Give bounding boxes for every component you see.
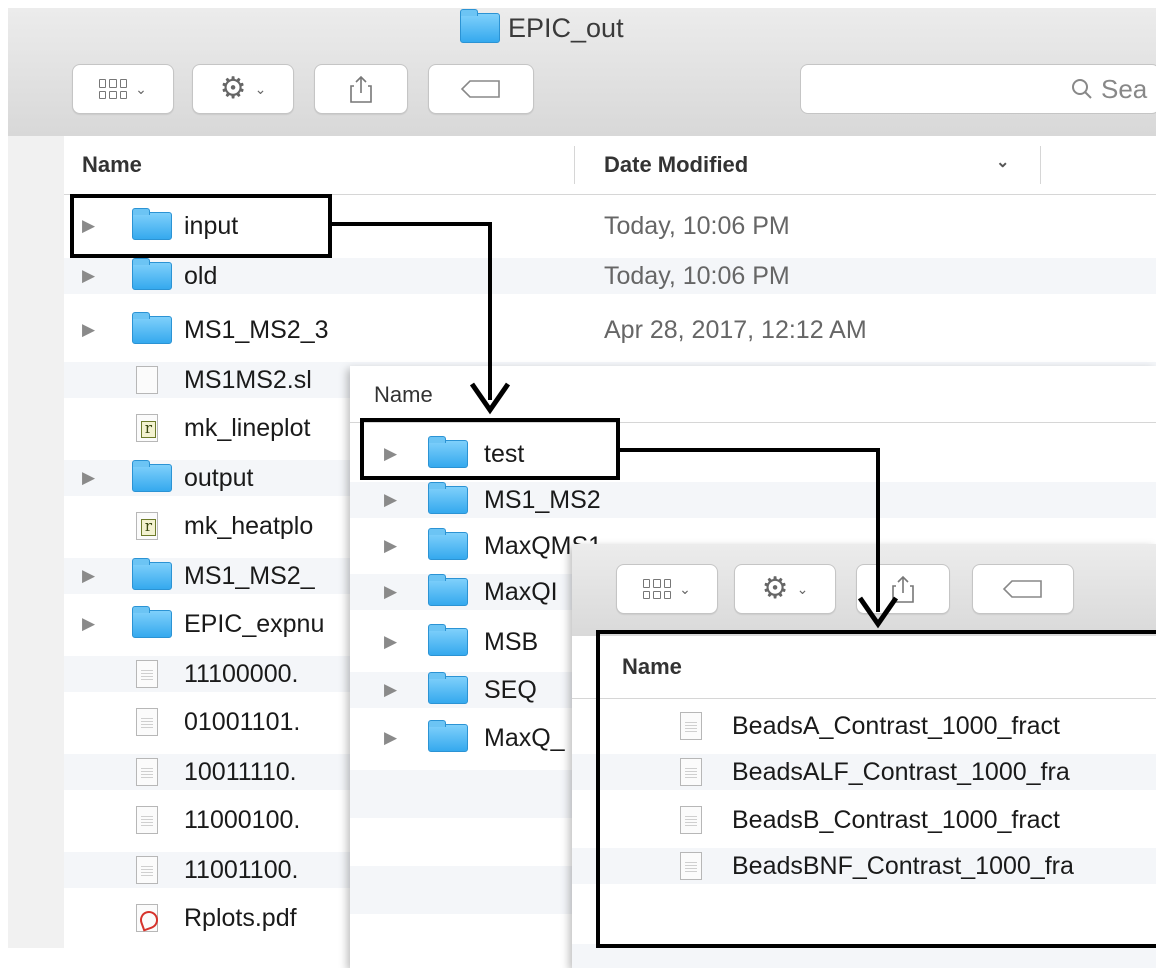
- folder-icon: [460, 9, 500, 43]
- highlight-box-test: [360, 418, 620, 480]
- column-header: Name Date Modified ⌄: [64, 136, 1156, 195]
- list-item[interactable]: ▶ old Today, 10:06 PM: [64, 258, 1156, 294]
- toolbar: EPIC_out ⌄ ⚙ ⌄ Sea: [8, 8, 1156, 137]
- column-divider[interactable]: [574, 146, 575, 184]
- item-name: 01001101.: [184, 707, 301, 736]
- document-icon: [136, 856, 158, 884]
- tag-button[interactable]: [428, 64, 534, 114]
- item-name: 10011110.: [184, 757, 297, 786]
- tag-icon: [1002, 580, 1042, 598]
- arrow-line: [876, 448, 880, 612]
- folder-icon: [428, 624, 468, 656]
- folder-icon: [132, 460, 172, 492]
- view-options-button[interactable]: ⌄: [72, 64, 174, 114]
- arrow-line: [488, 222, 492, 400]
- list-item[interactable]: ▶ MS1_MS2_3 Apr 28, 2017, 12:12 AM: [64, 312, 1156, 348]
- search-icon: [1072, 79, 1092, 99]
- arrow-head-icon: [469, 382, 511, 415]
- folder-icon: [428, 482, 468, 514]
- disclosure-triangle-icon[interactable]: ▶: [82, 614, 95, 634]
- item-name: 11100000.: [184, 659, 299, 688]
- window-title: EPIC_out: [460, 9, 624, 46]
- sidebar: [8, 136, 64, 948]
- search-placeholder: Sea: [1101, 73, 1148, 104]
- gear-icon: ⚙: [219, 72, 247, 105]
- disclosure-triangle-icon[interactable]: ▶: [384, 632, 397, 652]
- chevron-down-icon: ⌄: [254, 80, 267, 97]
- document-icon: [136, 366, 158, 394]
- column-date-modified[interactable]: Date Modified: [604, 152, 748, 178]
- view-options-icon: [643, 579, 672, 599]
- document-icon: [136, 758, 158, 786]
- folder-icon: [132, 258, 172, 290]
- item-name: Rplots.pdf: [184, 903, 297, 932]
- gear-icon: ⚙: [761, 572, 789, 605]
- highlight-box-input: [70, 194, 332, 258]
- document-icon: [136, 660, 158, 688]
- window-title-text: EPIC_out: [508, 12, 624, 43]
- disclosure-triangle-icon[interactable]: ▶: [82, 266, 95, 286]
- disclosure-triangle-icon[interactable]: ▶: [384, 728, 397, 748]
- view-options-icon: [99, 79, 128, 99]
- item-date: Apr 28, 2017, 12:12 AM: [604, 315, 867, 344]
- item-name: MaxQI: [484, 577, 558, 606]
- disclosure-triangle-icon[interactable]: ▶: [384, 582, 397, 602]
- folder-icon: [428, 720, 468, 752]
- arrow-head-icon: [857, 596, 899, 629]
- item-name: EPIC_expnu: [184, 609, 325, 638]
- item-name: MS1_MS2: [484, 485, 601, 514]
- disclosure-triangle-icon[interactable]: ▶: [384, 536, 397, 556]
- item-name: MS1_MS2_3: [184, 315, 329, 344]
- r-script-icon: [136, 512, 158, 540]
- chevron-down-icon: ⌄: [135, 80, 147, 97]
- item-name: 11001100.: [184, 855, 299, 884]
- tag-button[interactable]: [972, 564, 1074, 614]
- document-icon: [136, 708, 158, 736]
- folder-icon: [428, 574, 468, 606]
- tag-icon: [460, 80, 500, 98]
- item-name: MS1_MS2_: [184, 561, 315, 590]
- item-name: old: [184, 261, 218, 290]
- item-name: output: [184, 463, 254, 492]
- document-icon: [136, 806, 158, 834]
- column-name[interactable]: Name: [82, 152, 142, 178]
- disclosure-triangle-icon[interactable]: ▶: [384, 680, 397, 700]
- disclosure-triangle-icon[interactable]: ▶: [384, 490, 397, 510]
- share-button[interactable]: [314, 64, 408, 114]
- item-date: Today, 10:06 PM: [604, 211, 790, 240]
- disclosure-triangle-icon[interactable]: ▶: [82, 468, 95, 488]
- column-name[interactable]: Name: [374, 382, 433, 408]
- column-divider[interactable]: [1040, 146, 1041, 184]
- list-item[interactable]: ▶ MS1_MS2: [350, 482, 1156, 518]
- pdf-icon: [136, 904, 158, 932]
- disclosure-triangle-icon[interactable]: ▶: [82, 566, 95, 586]
- item-date: Today, 10:06 PM: [604, 261, 790, 290]
- item-name: MSB: [484, 627, 539, 656]
- folder-icon: [428, 528, 468, 560]
- action-button[interactable]: ⚙ ⌄: [192, 64, 294, 114]
- folder-icon: [132, 312, 172, 344]
- chevron-down-icon: ⌄: [679, 580, 691, 597]
- arrow-line: [618, 448, 880, 452]
- disclosure-triangle-icon[interactable]: ▶: [82, 320, 95, 340]
- chevron-down-icon: ⌄: [796, 580, 809, 597]
- item-name: SEQ: [484, 675, 537, 704]
- folder-icon: [428, 672, 468, 704]
- search-field[interactable]: Sea: [800, 64, 1156, 114]
- folder-icon: [132, 558, 172, 590]
- r-script-icon: [136, 414, 158, 442]
- arrow-line: [330, 222, 492, 226]
- item-name: MS1MS2.sl: [184, 365, 312, 394]
- item-name: MaxQ_: [484, 723, 565, 752]
- highlight-box-test-contents: [596, 630, 1156, 948]
- share-icon: [350, 75, 372, 103]
- folder-icon: [132, 606, 172, 638]
- item-name: mk_lineplot: [184, 413, 311, 442]
- chevron-down-icon[interactable]: ⌄: [996, 152, 1009, 172]
- view-options-button[interactable]: ⌄: [616, 564, 718, 614]
- action-button[interactable]: ⚙ ⌄: [734, 564, 836, 614]
- item-name: 11000100.: [184, 805, 301, 834]
- item-name: mk_heatplo: [184, 511, 314, 540]
